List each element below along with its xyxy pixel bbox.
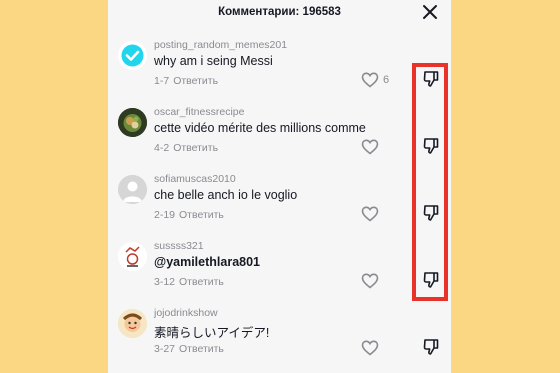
comment-date: 3-27 [154, 343, 176, 355]
heart-icon[interactable] [361, 273, 379, 289]
cartoon-icon [118, 309, 147, 338]
comment-text: why am i seing Messi [154, 54, 273, 68]
drawing-icon [118, 242, 147, 271]
comment-username[interactable]: jojodrinkshow [154, 307, 218, 319]
heart-icon[interactable] [361, 206, 379, 222]
avatar[interactable] [118, 41, 147, 70]
reply-button[interactable]: Ответить [179, 276, 224, 288]
comment-text: cette vidéo mérite des millions comme [154, 121, 366, 135]
comment-meta: 3-27 Ответить [154, 343, 224, 355]
reply-button[interactable]: Ответить [173, 75, 218, 87]
dislike-icon[interactable] [423, 338, 439, 356]
reply-button[interactable]: Ответить [173, 142, 218, 154]
comment-meta: 2-19 Ответить [154, 209, 224, 221]
comment-item: jojodrinkshow 素晴らしいアイデア! 3-27 Ответить [108, 305, 451, 371]
dislike-highlight-box [412, 63, 448, 301]
comment-meta: 3-12 Ответить [154, 276, 224, 288]
default-user-icon [118, 175, 147, 204]
comments-panel: Комментарии: 196583 posting_random_memes… [108, 0, 451, 373]
close-icon[interactable] [421, 3, 439, 21]
food-photo-icon [118, 108, 147, 137]
comment-date: 1-7 [154, 75, 170, 87]
comment-username[interactable]: posting_random_memes201 [154, 39, 287, 51]
heart-icon[interactable] [361, 139, 379, 155]
heart-icon[interactable] [361, 72, 379, 88]
like-count: 6 [383, 74, 390, 86]
avatar[interactable] [118, 242, 147, 271]
reply-button[interactable]: Ответить [179, 343, 224, 355]
comment-text: che belle anch io le voglio [154, 188, 298, 202]
comment-date: 2-19 [154, 209, 176, 221]
comments-header: Комментарии: 196583 [108, 0, 451, 26]
verified-check-icon [121, 44, 144, 67]
comment-text: 素晴らしいアイデア! [154, 326, 270, 340]
avatar[interactable] [118, 309, 147, 338]
comment-username[interactable]: oscar_fitnessrecipe [154, 106, 244, 118]
comment-username[interactable]: sofiamuscas2010 [154, 173, 236, 185]
comment-text[interactable]: @yamilethlara801 [154, 255, 260, 269]
avatar[interactable] [118, 108, 147, 137]
comment-meta: 1-7 Ответить [154, 75, 218, 87]
comments-count-title: Комментарии: 196583 [218, 6, 341, 18]
comment-item: posting_random_memes201 why am i seing M… [108, 37, 451, 103]
avatar[interactable] [118, 175, 147, 204]
comment-item: sofiamuscas2010 che belle anch io le vog… [108, 171, 451, 237]
comment-date: 3-12 [154, 276, 176, 288]
comment-meta: 4-2 Ответить [154, 142, 218, 154]
reply-button[interactable]: Ответить [179, 209, 224, 221]
comment-date: 4-2 [154, 142, 170, 154]
comment-username[interactable]: sussss321 [154, 240, 204, 252]
comment-item: oscar_fitnessrecipe cette vidéo mérite d… [108, 104, 451, 170]
heart-icon[interactable] [361, 340, 379, 356]
comment-item: sussss321 @yamilethlara801 3-12 Ответить [108, 238, 451, 304]
